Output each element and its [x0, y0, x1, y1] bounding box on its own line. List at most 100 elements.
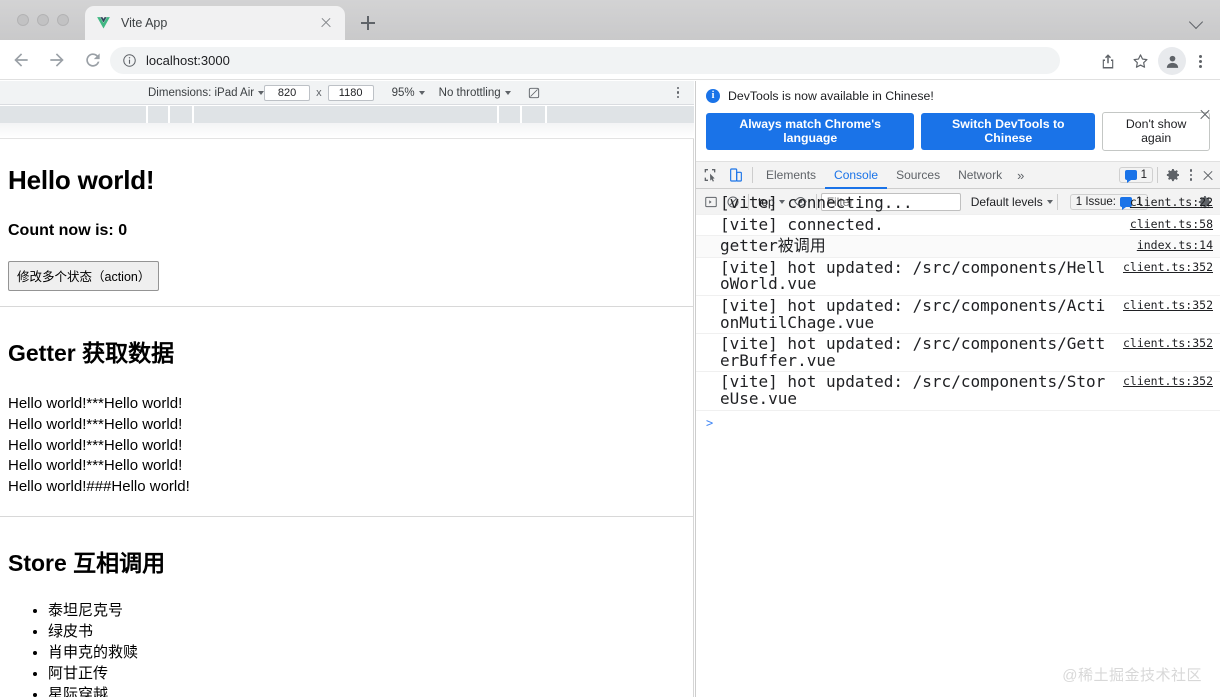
share-button[interactable] [1094, 47, 1122, 75]
tab-network[interactable]: Network [949, 162, 1011, 189]
ruler-segment [0, 106, 146, 123]
back-arrow-icon [14, 52, 28, 67]
list-item: 阿甘正传 [48, 663, 685, 684]
browser-window: Vite App localhost:3000 Dimensions: iPad… [0, 0, 1220, 697]
getter-line: Hello world!***Hello world! [8, 457, 183, 475]
kebab-dot [676, 86, 680, 90]
kebab-dot [1189, 178, 1193, 181]
tab-elements[interactable]: Elements [757, 162, 825, 189]
ruler-segment [522, 106, 545, 123]
section-divider [0, 306, 693, 307]
reload-button[interactable] [78, 45, 108, 75]
getter-line: Hello world!###Hello world! [8, 478, 190, 496]
maximize-window-button[interactable] [57, 14, 69, 26]
info-circle-icon[interactable] [122, 53, 137, 68]
console-log-source[interactable]: client.ts:352 [1123, 374, 1213, 388]
device-toolbar-menu[interactable] [670, 83, 686, 103]
profile-button[interactable] [1158, 47, 1186, 75]
getter-output-list: Hello world!***Hello world! Hello world!… [8, 394, 685, 498]
devtools-language-banner: i DevTools is now available in Chinese! … [696, 81, 1220, 162]
dimension-separator: x [316, 86, 322, 99]
browser-tab[interactable]: Vite App [85, 6, 345, 40]
ruler-segment [148, 106, 168, 123]
address-bar[interactable]: localhost:3000 [110, 47, 1060, 74]
bookmark-button[interactable] [1126, 47, 1154, 75]
inspect-element-button[interactable] [696, 162, 722, 189]
console-log-row[interactable]: [vite] hot updated: /src/components/Stor… [696, 372, 1220, 411]
tab-sources[interactable]: Sources [887, 162, 949, 189]
console-log-row[interactable]: [vite] hot updated: /src/components/Gett… [696, 334, 1220, 373]
switch-devtools-language-button[interactable]: Switch DevTools to Chinese [921, 113, 1096, 150]
forward-arrow-icon [50, 52, 64, 67]
action-mutate-button[interactable]: 修改多个状态（action） [8, 261, 160, 291]
kebab-dot [676, 95, 680, 99]
devtools-settings-button[interactable] [1162, 164, 1184, 186]
count-text: Count now is: 0 [8, 222, 128, 239]
device-height-input[interactable] [327, 84, 374, 101]
list-item: 肖申克的救赎 [48, 642, 685, 663]
close-tab-icon[interactable] [317, 14, 335, 32]
dont-show-again-button[interactable]: Don't show again [1102, 112, 1210, 151]
console-log-source[interactable]: client.ts:58 [1130, 217, 1213, 231]
console-log-row[interactable]: [vite] connected. client.ts:58 [696, 215, 1220, 237]
vue-logo-icon [97, 16, 110, 28]
info-icon: i [706, 89, 720, 103]
star-icon [1132, 53, 1148, 68]
minimize-window-button[interactable] [37, 14, 49, 26]
tab-console[interactable]: Console [825, 162, 887, 189]
console-prompt[interactable]: > [696, 411, 1220, 435]
close-banner-icon[interactable] [1198, 107, 1212, 121]
console-log-source[interactable]: index.ts:14 [1137, 238, 1213, 252]
network-throttling-selector[interactable]: No throttling [439, 87, 511, 99]
share-icon [1102, 54, 1114, 69]
new-tab-button[interactable] [356, 11, 380, 35]
list-item: 星际穿越 [48, 684, 685, 697]
devtools-toolbar-right: 1 [1118, 164, 1218, 186]
rotate-device-button[interactable] [527, 86, 541, 100]
console-log-row[interactable]: getter被调用 index.ts:14 [696, 236, 1220, 258]
reload-icon [86, 52, 100, 67]
kebab-dot [676, 91, 680, 94]
console-log-source[interactable]: client.ts:352 [1123, 298, 1213, 312]
rotate-icon [528, 87, 539, 98]
section-divider [0, 515, 693, 517]
device-width-input[interactable] [264, 84, 311, 101]
banner-message: DevTools is now available in Chinese! [728, 89, 934, 103]
tab-title: Vite App [121, 16, 168, 30]
device-viewport-shadow [0, 123, 694, 139]
issues-count: 1 [1140, 169, 1147, 181]
always-match-language-button[interactable]: Always match Chrome's language [706, 113, 915, 150]
toolbar-divider [752, 167, 753, 183]
kebab-dot [1189, 173, 1193, 177]
ruler-segment [170, 106, 192, 123]
toggle-device-toolbar-button[interactable] [722, 162, 748, 189]
close-window-button[interactable] [17, 14, 29, 26]
device-selector[interactable]: Dimensions: iPad Air [148, 86, 265, 99]
console-log-row[interactable]: [vite] hot updated: /src/components/Hell… [696, 258, 1220, 296]
issues-counter-chip[interactable]: 1 [1118, 167, 1153, 183]
devtools-more-menu-button[interactable] [1184, 164, 1198, 186]
device-selector-label: Dimensions: iPad Air [148, 86, 255, 99]
close-devtools-button[interactable] [1198, 164, 1218, 186]
more-tabs-button[interactable]: » [1011, 168, 1030, 183]
emulated-page-viewport: Hello world! Count now is: 0 修改多个状态（acti… [0, 139, 694, 697]
console-log-source[interactable]: client.ts:352 [1123, 260, 1213, 274]
console-log-row[interactable]: [vite] hot updated: /src/components/Acti… [696, 296, 1220, 335]
device-zoom-value: 95% [391, 86, 415, 99]
page-title: Hello world! [8, 165, 155, 195]
console-log-row[interactable]: [vite] connecting... client.ts:22 [696, 193, 1220, 215]
ruler-segment [499, 106, 520, 123]
store-section-heading: Store 互相调用 [8, 549, 166, 576]
console-log-source[interactable]: client.ts:352 [1123, 336, 1213, 350]
kebab-dot [1198, 60, 1202, 63]
console-output[interactable]: [vite] connecting... client.ts:22 [vite]… [696, 193, 1220, 697]
console-log-source[interactable]: client.ts:22 [1130, 195, 1213, 209]
devtools-tab-bar: Elements Console Sources Network » 1 [696, 162, 1220, 189]
chevron-down-icon[interactable] [1190, 14, 1204, 28]
tab-strip: Vite App [0, 0, 1220, 40]
browser-menu-button[interactable] [1190, 47, 1210, 75]
device-zoom-selector[interactable]: 95% [392, 87, 425, 99]
forward-button[interactable] [42, 45, 72, 75]
back-button[interactable] [6, 45, 36, 75]
chevron-down-icon [418, 90, 425, 95]
